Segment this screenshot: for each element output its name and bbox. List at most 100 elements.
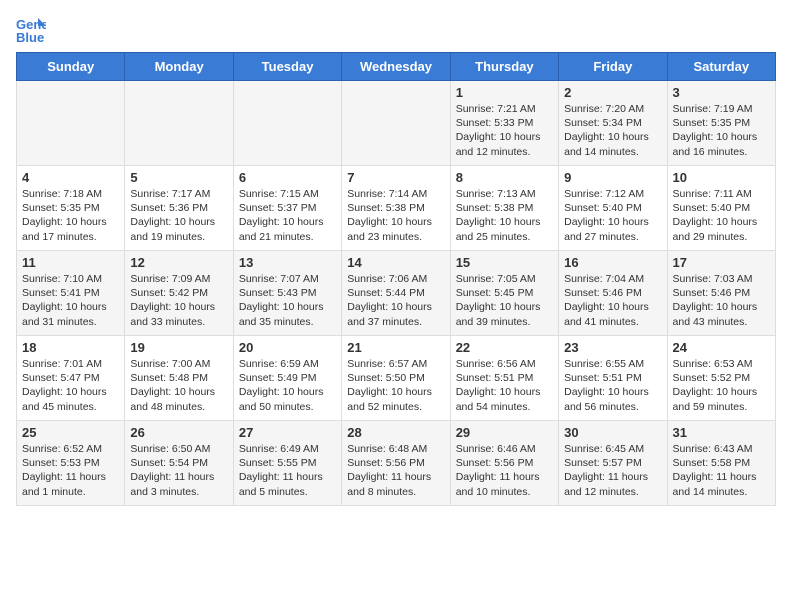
day-info: Sunrise: 7:14 AMSunset: 5:38 PMDaylight:… (347, 187, 444, 244)
day-info: Sunrise: 6:50 AMSunset: 5:54 PMDaylight:… (130, 442, 227, 499)
day-number: 14 (347, 255, 444, 270)
calendar-cell: 14 Sunrise: 7:06 AMSunset: 5:44 PMDayligh… (342, 251, 450, 336)
calendar-cell: 17Sunrise: 7:03 AMSunset: 5:46 PMDayligh… (667, 251, 775, 336)
calendar-cell: 28Sunrise: 6:48 AMSunset: 5:56 PMDayligh… (342, 421, 450, 506)
calendar-cell: 10 Sunrise: 7:11 AMSunset: 5:40 PMDayligh… (667, 166, 775, 251)
day-info: Sunrise: 6:56 AMSunset: 5:51 PMDaylight:… (456, 357, 553, 414)
calendar-week-row: 18Sunrise: 7:01 AMSunset: 5:47 PMDayligh… (17, 336, 776, 421)
calendar-cell: 19 Sunrise: 7:00 AMSunset: 5:48 PMDayligh… (125, 336, 233, 421)
day-info: Sunrise: 7:18 AMSunset: 5:35 PMDaylight:… (22, 187, 119, 244)
page-header: General Blue (16, 16, 776, 44)
calendar-cell: 15 Sunrise: 7:05 AMSunset: 5:45 PMDayligh… (450, 251, 558, 336)
day-info: Sunrise: 6:57 AMSunset: 5:50 PMDaylight:… (347, 357, 444, 414)
day-number: 9 (564, 170, 661, 185)
calendar-cell: 5 Sunrise: 7:17 AMSunset: 5:36 PMDaylight… (125, 166, 233, 251)
day-number: 15 (456, 255, 553, 270)
calendar-cell: 1 Sunrise: 7:21 AMSunset: 5:33 PMDaylight… (450, 81, 558, 166)
calendar-cell: 4 Sunrise: 7:18 AMSunset: 5:35 PMDaylight… (17, 166, 125, 251)
day-number: 11 (22, 255, 119, 270)
day-info: Sunrise: 6:45 AMSunset: 5:57 PMDaylight:… (564, 442, 661, 499)
day-info: Sunrise: 7:19 AMSunset: 5:35 PMDaylight:… (673, 102, 770, 159)
calendar-cell: 7 Sunrise: 7:14 AMSunset: 5:38 PMDaylight… (342, 166, 450, 251)
day-number: 4 (22, 170, 119, 185)
day-number: 22 (456, 340, 553, 355)
header-tuesday: Tuesday (233, 53, 341, 81)
calendar-table: SundayMondayTuesdayWednesdayThursdayFrid… (16, 52, 776, 506)
calendar-week-row: 4 Sunrise: 7:18 AMSunset: 5:35 PMDaylight… (17, 166, 776, 251)
calendar-header-row: SundayMondayTuesdayWednesdayThursdayFrid… (17, 53, 776, 81)
day-info: Sunrise: 7:07 AMSunset: 5:43 PMDaylight:… (239, 272, 336, 329)
day-info: Sunrise: 6:53 AMSunset: 5:52 PMDaylight:… (673, 357, 770, 414)
day-number: 8 (456, 170, 553, 185)
day-info: Sunrise: 7:20 AMSunset: 5:34 PMDaylight:… (564, 102, 661, 159)
calendar-cell: 20 Sunrise: 6:59 AMSunset: 5:49 PMDayligh… (233, 336, 341, 421)
calendar-cell: 21 Sunrise: 6:57 AMSunset: 5:50 PMDayligh… (342, 336, 450, 421)
calendar-cell: 27Sunrise: 6:49 AMSunset: 5:55 PMDayligh… (233, 421, 341, 506)
day-number: 10 (673, 170, 770, 185)
day-info: Sunrise: 7:12 AMSunset: 5:40 PMDaylight:… (564, 187, 661, 244)
day-number: 13 (239, 255, 336, 270)
calendar-cell: 11 Sunrise: 7:10 AMSunset: 5:41 PMDayligh… (17, 251, 125, 336)
day-info: Sunrise: 7:13 AMSunset: 5:38 PMDaylight:… (456, 187, 553, 244)
calendar-cell (342, 81, 450, 166)
calendar-cell: 31 Sunrise: 6:43 AMSunset: 5:58 PMDayligh… (667, 421, 775, 506)
header-wednesday: Wednesday (342, 53, 450, 81)
calendar-cell: 24 Sunrise: 6:53 AMSunset: 5:52 PMDayligh… (667, 336, 775, 421)
calendar-cell: 26 Sunrise: 6:50 AMSunset: 5:54 PMDayligh… (125, 421, 233, 506)
calendar-cell: 12Sunrise: 7:09 AMSunset: 5:42 PMDayligh… (125, 251, 233, 336)
calendar-week-row: 1 Sunrise: 7:21 AMSunset: 5:33 PMDaylight… (17, 81, 776, 166)
day-info: Sunrise: 7:05 AMSunset: 5:45 PMDaylight:… (456, 272, 553, 329)
day-info: Sunrise: 6:43 AMSunset: 5:58 PMDaylight:… (673, 442, 770, 499)
day-number: 17 (673, 255, 770, 270)
calendar-cell (17, 81, 125, 166)
calendar-cell: 25Sunrise: 6:52 AMSunset: 5:53 PMDayligh… (17, 421, 125, 506)
day-number: 23 (564, 340, 661, 355)
day-number: 19 (130, 340, 227, 355)
day-number: 5 (130, 170, 227, 185)
day-number: 12 (130, 255, 227, 270)
day-number: 16 (564, 255, 661, 270)
day-info: Sunrise: 7:04 AMSunset: 5:46 PMDaylight:… (564, 272, 661, 329)
day-number: 30 (564, 425, 661, 440)
day-info: Sunrise: 6:59 AMSunset: 5:49 PMDaylight:… (239, 357, 336, 414)
day-number: 26 (130, 425, 227, 440)
day-number: 24 (673, 340, 770, 355)
header-friday: Friday (559, 53, 667, 81)
day-info: Sunrise: 6:48 AMSunset: 5:56 PMDaylight:… (347, 442, 444, 499)
day-info: Sunrise: 7:10 AMSunset: 5:41 PMDaylight:… (22, 272, 119, 329)
day-number: 21 (347, 340, 444, 355)
day-info: Sunrise: 7:15 AMSunset: 5:37 PMDaylight:… (239, 187, 336, 244)
logo: General Blue (16, 16, 50, 44)
calendar-cell: 30 Sunrise: 6:45 AMSunset: 5:57 PMDayligh… (559, 421, 667, 506)
day-number: 7 (347, 170, 444, 185)
day-info: Sunrise: 7:11 AMSunset: 5:40 PMDaylight:… (673, 187, 770, 244)
day-info: Sunrise: 6:46 AMSunset: 5:56 PMDaylight:… (456, 442, 553, 499)
day-number: 25 (22, 425, 119, 440)
day-info: Sunrise: 7:00 AMSunset: 5:48 PMDaylight:… (130, 357, 227, 414)
day-number: 29 (456, 425, 553, 440)
calendar-cell: 3 Sunrise: 7:19 AMSunset: 5:35 PMDaylight… (667, 81, 775, 166)
calendar-week-row: 25Sunrise: 6:52 AMSunset: 5:53 PMDayligh… (17, 421, 776, 506)
day-number: 27 (239, 425, 336, 440)
calendar-cell (233, 81, 341, 166)
calendar-cell: 9 Sunrise: 7:12 AMSunset: 5:40 PMDaylight… (559, 166, 667, 251)
day-info: Sunrise: 7:17 AMSunset: 5:36 PMDaylight:… (130, 187, 227, 244)
calendar-cell: 16 Sunrise: 7:04 AMSunset: 5:46 PMDayligh… (559, 251, 667, 336)
day-number: 18 (22, 340, 119, 355)
header-saturday: Saturday (667, 53, 775, 81)
calendar-cell: 29 Sunrise: 6:46 AMSunset: 5:56 PMDayligh… (450, 421, 558, 506)
day-number: 1 (456, 85, 553, 100)
calendar-week-row: 11 Sunrise: 7:10 AMSunset: 5:41 PMDayligh… (17, 251, 776, 336)
day-info: Sunrise: 6:55 AMSunset: 5:51 PMDaylight:… (564, 357, 661, 414)
day-number: 31 (673, 425, 770, 440)
svg-text:Blue: Blue (16, 30, 44, 44)
header-thursday: Thursday (450, 53, 558, 81)
day-info: Sunrise: 7:06 AMSunset: 5:44 PMDaylight:… (347, 272, 444, 329)
day-number: 3 (673, 85, 770, 100)
day-number: 20 (239, 340, 336, 355)
calendar-cell: 18Sunrise: 7:01 AMSunset: 5:47 PMDayligh… (17, 336, 125, 421)
day-number: 2 (564, 85, 661, 100)
calendar-cell: 13 Sunrise: 7:07 AMSunset: 5:43 PMDayligh… (233, 251, 341, 336)
day-info: Sunrise: 7:21 AMSunset: 5:33 PMDaylight:… (456, 102, 553, 159)
header-sunday: Sunday (17, 53, 125, 81)
